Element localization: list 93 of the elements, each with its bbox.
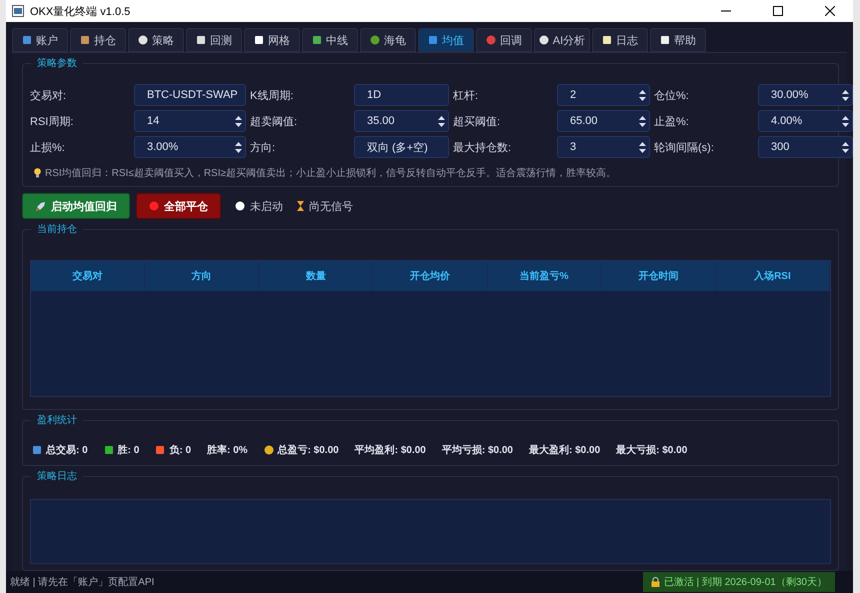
tab[interactable]: 回测: [186, 28, 242, 52]
lock-icon: [650, 577, 660, 587]
tab[interactable]: 帮助: [650, 28, 706, 52]
column-header[interactable]: 开仓均价: [373, 261, 488, 291]
panel-title: 策略日志: [31, 469, 83, 483]
field-label: 超买阈值:: [453, 114, 502, 128]
close-icon: [825, 6, 835, 16]
field-label: 最大持仓数:: [453, 140, 512, 154]
input-field[interactable]: BTC-USDT-SWAP: [134, 84, 246, 106]
column-header[interactable]: 方向: [145, 261, 260, 291]
status-text: 未启动: [235, 198, 283, 214]
stat-text: 最大盈利: $0.00: [529, 444, 600, 457]
down-arrow-icon[interactable]: [438, 122, 444, 126]
down-arrow-icon[interactable]: [842, 148, 848, 152]
field-label: 交易对:: [30, 88, 68, 102]
rocket-icon: [35, 200, 46, 212]
stat-text: 平均亏损: $0.00: [442, 444, 513, 457]
field-label: 方向:: [250, 140, 276, 154]
tab[interactable]: AI分析: [534, 28, 590, 52]
start-button[interactable]: 启动均值回归: [22, 193, 130, 219]
stat-text: 平均盈利: $0.00: [354, 444, 426, 457]
down-arrow-icon[interactable]: [638, 122, 646, 126]
up-arrow-icon[interactable]: [234, 116, 242, 120]
hourglass-icon: [297, 201, 304, 211]
spin-box[interactable]: 65.00: [557, 110, 650, 132]
panel-title: 策略参数: [31, 56, 83, 70]
tab[interactable]: 均值: [418, 28, 474, 52]
stat-text: 最大亏损: $0.00: [616, 444, 688, 457]
down-arrow-icon[interactable]: [842, 122, 848, 126]
lightbulb-icon: [34, 168, 41, 178]
license-badge: 已激活 | 到期 2026-09-01（剩30天）: [642, 572, 835, 592]
spin-box[interactable]: 30.00%: [758, 84, 853, 106]
hint-text: RSI均值回归：RSI≤超卖阈值买入，RSI≥超买阈值卖出；小止盈小止损锁利，信号反转自动平仓反手。适合震荡行情，胜率较高。: [45, 166, 616, 180]
tab[interactable]: 海龟: [360, 28, 416, 52]
field-label: 止盈%:: [654, 114, 690, 128]
input-field[interactable]: 双向 (多+空): [354, 136, 449, 158]
column-header[interactable]: 入场RSI: [716, 261, 830, 291]
stat-text: 总交易: 0: [32, 443, 88, 457]
up-arrow-icon[interactable]: [234, 142, 242, 146]
spin-box[interactable]: 2: [557, 84, 650, 106]
tab[interactable]: 策略: [128, 28, 184, 52]
down-arrow-icon[interactable]: [234, 122, 242, 126]
spin-box[interactable]: 35.00: [354, 110, 449, 132]
field-label: 超卖阈值:: [250, 114, 298, 128]
up-arrow-icon[interactable]: [638, 116, 646, 120]
tab[interactable]: 日志: [592, 28, 648, 52]
stat-text: 负: 0: [155, 443, 192, 457]
down-arrow-icon[interactable]: [638, 148, 646, 152]
spin-box[interactable]: 14: [134, 110, 246, 132]
input-field[interactable]: 1D: [354, 84, 449, 106]
stat-text: 总盈亏: $0.00: [264, 443, 339, 457]
app-icon: [12, 5, 24, 17]
up-arrow-icon[interactable]: [638, 90, 646, 94]
column-header[interactable]: 当前盈亏%: [488, 261, 602, 291]
field-label: K线周期:: [250, 88, 294, 102]
spin-box[interactable]: 300: [758, 136, 853, 158]
signal-text: 尚无信号: [297, 198, 353, 214]
spin-box[interactable]: 4.00%: [758, 110, 853, 132]
column-header[interactable]: 开仓时间: [602, 261, 716, 291]
tab[interactable]: 回调: [476, 28, 532, 52]
tab[interactable]: 网格: [244, 28, 300, 52]
window-title: OKX量化终端 v1.0.5: [30, 4, 132, 18]
minimize-icon: [721, 10, 731, 12]
stat-text: 胜: 0: [104, 443, 140, 457]
status-message: 就绪 | 请先在「账户」页配置API: [10, 576, 154, 589]
down-arrow-icon[interactable]: [234, 148, 242, 152]
tab[interactable]: 账户: [12, 28, 68, 52]
tab[interactable]: 持仓: [70, 28, 126, 52]
up-arrow-icon[interactable]: [638, 142, 646, 146]
close-all-button[interactable]: 全部平仓: [136, 193, 221, 219]
panel-title: 盈利统计: [31, 413, 83, 427]
up-arrow-icon[interactable]: [842, 116, 848, 120]
up-arrow-icon[interactable]: [842, 90, 848, 94]
field-label: 止损%:: [30, 140, 66, 154]
up-arrow-icon[interactable]: [842, 142, 848, 146]
field-label: 轮询间隔(s):: [654, 140, 715, 154]
tab[interactable]: 中线: [302, 28, 358, 52]
stop-icon: [149, 201, 159, 211]
field-label: RSI周期:: [30, 114, 74, 128]
column-header[interactable]: 交易对: [31, 261, 146, 291]
square-icon: [254, 35, 264, 45]
maximize-icon: [773, 6, 783, 16]
spin-box[interactable]: 3: [557, 136, 650, 158]
field-label: 仓位%:: [654, 88, 690, 102]
panel-title: 当前持仓: [31, 222, 83, 236]
field-label: 杠杆:: [453, 88, 480, 102]
status-dot-icon: [235, 201, 245, 211]
spin-box[interactable]: 3.00%: [134, 136, 246, 158]
down-arrow-icon[interactable]: [842, 96, 848, 100]
stat-text: 胜率: 0%: [207, 443, 248, 457]
up-arrow-icon[interactable]: [438, 116, 444, 120]
down-arrow-icon[interactable]: [638, 96, 646, 100]
column-header[interactable]: 数量: [259, 261, 374, 291]
